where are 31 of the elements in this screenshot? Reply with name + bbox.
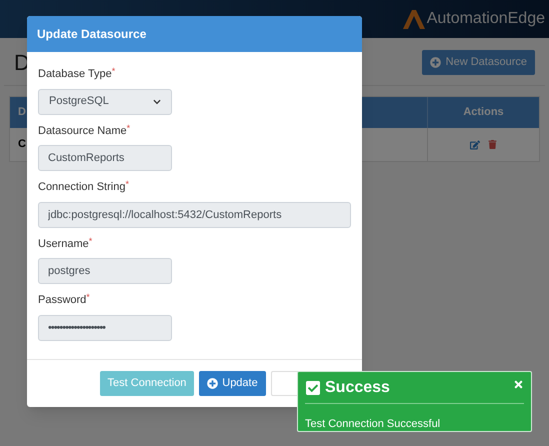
- checkbox-icon: [305, 380, 321, 396]
- required-mark: *: [88, 236, 92, 246]
- database-type-select[interactable]: PostgreSQL: [38, 88, 172, 114]
- input-field[interactable]: postgres: [38, 258, 172, 284]
- plus-icon: [430, 57, 441, 68]
- close-icon[interactable]: [513, 378, 524, 390]
- modal-title: Update Datasource: [37, 26, 146, 43]
- update-button[interactable]: Update: [199, 370, 266, 396]
- edit-icon[interactable]: [470, 140, 480, 150]
- required-mark: *: [112, 66, 116, 76]
- field-label: Database Type: [38, 67, 112, 82]
- required-mark: *: [86, 292, 90, 302]
- logo-icon: [402, 9, 425, 29]
- field-label: Username: [38, 236, 89, 252]
- chevron-down-icon: [153, 98, 161, 106]
- field-label: Password: [38, 293, 86, 308]
- field-label: Connection String: [38, 180, 126, 195]
- input-field[interactable]: jdbc:postgresql://localhost:5432/CustomReports: [38, 202, 351, 228]
- logo-text: AutomationEdge: [426, 9, 545, 29]
- column-header: Actions: [427, 97, 539, 128]
- table-cell-text: C: [18, 137, 26, 152]
- required-mark: *: [125, 179, 129, 189]
- toast-title: Success: [325, 378, 390, 398]
- field-label: Datasource Name: [38, 124, 127, 138]
- column-header: D: [18, 105, 26, 120]
- password-field[interactable]: ••••••••••••••••••••: [38, 314, 172, 340]
- toast-message: Test Connection Successful: [305, 418, 440, 430]
- trash-icon[interactable]: [488, 140, 497, 149]
- input-field[interactable]: CustomReports: [38, 145, 172, 171]
- plus-icon: [207, 378, 218, 388]
- required-mark: *: [126, 122, 130, 132]
